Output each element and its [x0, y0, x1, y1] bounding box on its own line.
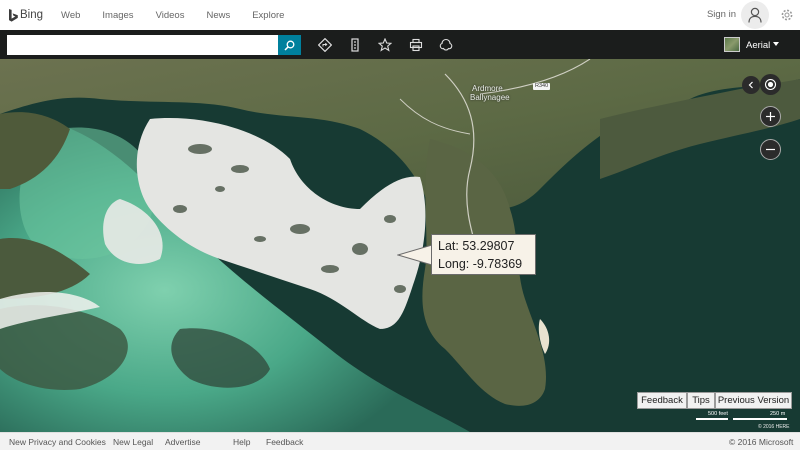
- scale-feet-label: 500 feet: [708, 411, 728, 417]
- share-icon: [439, 38, 453, 51]
- traffic-icon: [351, 38, 359, 52]
- zoom-out-icon: [766, 148, 775, 151]
- favorites-button[interactable]: [377, 37, 393, 53]
- tooltip-pointer: [397, 244, 433, 266]
- search-input[interactable]: [7, 35, 278, 55]
- bing-logo[interactable]: Bing: [9, 8, 44, 22]
- map-copyright: © 2016 HERE: [758, 424, 790, 430]
- coordinate-tooltip: Lat: 53.29807 Long: -9.78369: [431, 234, 536, 275]
- scale-bar-meters: [733, 418, 787, 420]
- tips-button[interactable]: Tips: [687, 392, 715, 409]
- footer-link-privacy[interactable]: New Privacy and Cookies: [9, 437, 106, 447]
- longitude-readout: Long: -9.78369: [438, 257, 523, 271]
- zoom-in-button[interactable]: [760, 106, 781, 127]
- directions-button[interactable]: [317, 37, 333, 53]
- gear-icon[interactable]: [780, 8, 794, 22]
- footer-link-feedback[interactable]: Feedback: [266, 437, 303, 447]
- footer: New Privacy and Cookies New Legal Advert…: [0, 432, 800, 450]
- map-style-thumbnail[interactable]: [724, 37, 740, 52]
- favorites-star-icon: [378, 38, 392, 52]
- place-label-ardmore: Ardmore: [472, 84, 503, 93]
- feedback-button[interactable]: Feedback: [637, 392, 687, 409]
- footer-link-legal[interactable]: New Legal: [113, 437, 153, 447]
- footer-link-advertise[interactable]: Advertise: [165, 437, 200, 447]
- collapse-controls-button[interactable]: [742, 76, 760, 94]
- footer-link-help[interactable]: Help: [233, 437, 250, 447]
- zoom-out-button[interactable]: [760, 139, 781, 160]
- share-button[interactable]: [438, 37, 454, 53]
- map-style-selector[interactable]: Aerial: [746, 40, 770, 51]
- avatar[interactable]: [741, 1, 769, 29]
- place-label-ballynagee: Ballynagee: [470, 93, 510, 102]
- print-button[interactable]: [408, 37, 424, 53]
- brand-name: Bing: [20, 9, 44, 21]
- road-shield-r340: R340: [533, 83, 551, 90]
- print-icon: [409, 38, 423, 52]
- footer-copyright: © 2016 Microsoft: [729, 437, 794, 447]
- nav-link-images[interactable]: Images: [102, 10, 133, 21]
- search-icon: [284, 40, 295, 51]
- search-button[interactable]: [278, 35, 301, 55]
- user-avatar-icon: [748, 7, 762, 23]
- sign-in-link[interactable]: Sign in: [707, 9, 736, 20]
- previous-version-button[interactable]: Previous Version: [715, 392, 792, 409]
- top-navigation: Bing Web Images Videos News Explore Sign…: [0, 0, 800, 30]
- nav-link-web[interactable]: Web: [61, 10, 80, 21]
- nav-link-news[interactable]: News: [206, 10, 230, 21]
- bing-logo-icon: [9, 8, 18, 22]
- zoom-in-icon: [766, 112, 775, 121]
- collapse-chevron-icon: [748, 81, 753, 89]
- locate-me-button[interactable]: [760, 74, 781, 95]
- traffic-button[interactable]: [347, 37, 363, 53]
- directions-icon: [318, 38, 332, 52]
- nav-link-videos[interactable]: Videos: [156, 10, 185, 21]
- scale-bar-feet: [696, 418, 728, 420]
- nav-link-explore[interactable]: Explore: [252, 10, 284, 21]
- locate-me-icon: [764, 78, 777, 91]
- latitude-readout: Lat: 53.29807: [438, 239, 515, 253]
- scale-meters-label: 250 m: [770, 411, 786, 417]
- chevron-down-icon[interactable]: [773, 42, 779, 46]
